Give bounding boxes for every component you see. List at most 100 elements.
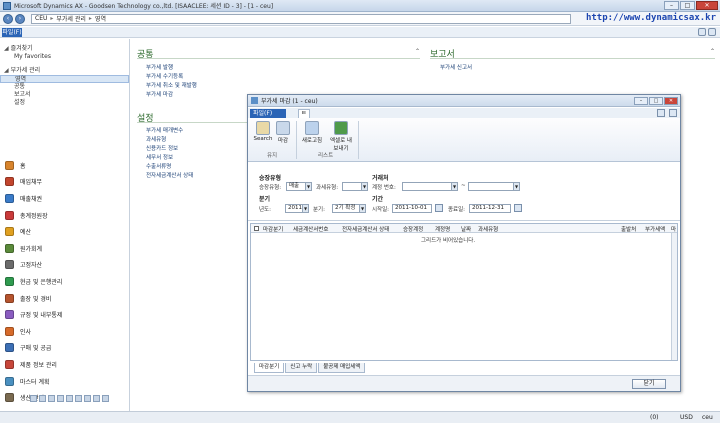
- period-heading: 기간: [372, 196, 384, 203]
- module-shortcut-icon[interactable]: [57, 395, 64, 402]
- link-einvoice-status[interactable]: 전자세금계산서 상태: [146, 171, 193, 179]
- calendar-icon[interactable]: [514, 204, 522, 212]
- approval-type-select[interactable]: 매출 ▼: [286, 182, 312, 191]
- module-shortcut-icon[interactable]: [39, 395, 46, 402]
- module-label: 구매 및 공급: [20, 345, 52, 353]
- search-button[interactable]: Search: [253, 121, 273, 142]
- breadcrumb-company[interactable]: CEU: [35, 15, 47, 22]
- module-shortcut-icon[interactable]: [102, 395, 109, 402]
- export-excel-button[interactable]: 엑셀로 내보내기: [328, 121, 354, 152]
- col-close-quarter[interactable]: 마감분기: [263, 225, 283, 233]
- options-icon[interactable]: [698, 28, 706, 36]
- module-shortcut-icon[interactable]: [93, 395, 100, 402]
- message-count[interactable]: (0): [650, 414, 659, 421]
- tab-missing-reports[interactable]: 신고 누락: [285, 363, 318, 373]
- calendar-icon[interactable]: [435, 204, 443, 212]
- company-indicator[interactable]: ceu: [702, 414, 713, 421]
- close-period-button[interactable]: 마감: [276, 121, 290, 144]
- quarter-select[interactable]: 2기 확정 ▼: [332, 204, 366, 213]
- module-item[interactable]: 홈: [0, 157, 129, 174]
- module-item[interactable]: 인사: [0, 323, 129, 340]
- module-item[interactable]: 마스터 계획: [0, 373, 129, 390]
- dialog-maximize-button[interactable]: □: [649, 97, 663, 105]
- module-item[interactable]: 예산: [0, 223, 129, 240]
- module-item[interactable]: 현금 및 은행관리: [0, 273, 129, 290]
- link-tax-types[interactable]: 과세유형: [146, 135, 166, 143]
- link-vat-issue[interactable]: 부가세 발행: [146, 63, 173, 71]
- module-item[interactable]: 제품 정보 관리: [0, 356, 129, 373]
- nav-item-reports[interactable]: 보고서: [0, 91, 129, 99]
- tab-close-quarter[interactable]: 마감분기: [254, 363, 285, 373]
- module-label: 매출채권: [20, 195, 43, 203]
- breadcrumb[interactable]: CEU ▸ 부가세 관리 ▸ 영역: [31, 13, 571, 24]
- start-date-field[interactable]: 2011-10-01: [392, 204, 432, 213]
- refresh-button[interactable]: 새로고침: [300, 121, 324, 144]
- col-truncated[interactable]: 마: [671, 225, 676, 233]
- grid-scrollbar[interactable]: [671, 233, 677, 360]
- link-credit-card-info[interactable]: 신용카드 정보: [146, 144, 178, 152]
- module-item[interactable]: 구매 및 공급: [0, 340, 129, 357]
- col-posting-account[interactable]: 승장계정: [403, 225, 423, 233]
- nav-my-favorites[interactable]: My favorites: [0, 53, 129, 61]
- module-shortcut-icon[interactable]: [30, 395, 37, 402]
- col-vat-amount[interactable]: 부가세액: [645, 225, 665, 233]
- breadcrumb-module[interactable]: 부가세 관리: [56, 14, 86, 23]
- help-icon[interactable]: [708, 28, 716, 36]
- col-origin[interactable]: 출발처: [621, 225, 636, 233]
- module-item[interactable]: 총계정원장: [0, 207, 129, 224]
- account-to-select[interactable]: ▼: [468, 182, 520, 191]
- nav-item-settings[interactable]: 설정: [0, 99, 129, 107]
- module-item[interactable]: 출장 및 경비: [0, 290, 129, 307]
- col-einvoice-status[interactable]: 전자세금계산서 상태: [342, 225, 389, 233]
- currency-indicator[interactable]: USD: [680, 414, 693, 421]
- close-window-button[interactable]: ✕: [696, 1, 718, 10]
- dialog-help-icon[interactable]: [669, 109, 677, 117]
- module-shortcut-icon[interactable]: [75, 395, 82, 402]
- dialog-close-x-button[interactable]: ✕: [664, 97, 678, 105]
- link-vat-close[interactable]: 부가세 마감: [146, 90, 173, 98]
- common-heading: 공통 ⌃: [137, 48, 420, 60]
- module-item[interactable]: 원가회계: [0, 240, 129, 257]
- col-date[interactable]: 날짜: [461, 225, 471, 233]
- back-arrow-icon[interactable]: ‹: [3, 13, 13, 24]
- dialog-options-icon[interactable]: [657, 109, 665, 117]
- nav-favorites[interactable]: ◢ 즐겨찾기: [0, 45, 129, 53]
- file-menu[interactable]: 파일(F): [2, 28, 22, 37]
- dialog-minimize-button[interactable]: –: [634, 97, 648, 105]
- year-select[interactable]: 2011 ▼: [285, 204, 309, 213]
- nav-vat-management[interactable]: ◢ 부가세 관리: [0, 67, 129, 75]
- end-date-field[interactable]: 2011-12-31: [469, 204, 511, 213]
- close-button[interactable]: 닫기: [632, 379, 666, 389]
- col-invoice-number[interactable]: 세금계산서번호: [293, 225, 328, 233]
- module-item[interactable]: 규정 및 내부통제: [0, 306, 129, 323]
- forward-arrow-icon[interactable]: ›: [15, 13, 25, 24]
- module-shortcut-icon[interactable]: [84, 395, 91, 402]
- dialog-file-menu[interactable]: 파일(F): [250, 109, 286, 118]
- collapse-caret-icon[interactable]: ⌃: [415, 48, 420, 55]
- maximize-button[interactable]: □: [680, 1, 695, 10]
- tab-nondeductible[interactable]: 불공제 매입세액: [318, 363, 366, 373]
- link-vat-report[interactable]: 부가세 신고서: [440, 63, 472, 71]
- account-from-select[interactable]: ▼: [402, 182, 458, 191]
- module-item[interactable]: 매입채무: [0, 174, 129, 191]
- breadcrumb-page[interactable]: 영역: [95, 14, 106, 23]
- col-tax-type[interactable]: 과세유형: [478, 225, 498, 233]
- collapse-caret-icon[interactable]: ⌃: [710, 48, 715, 55]
- tax-type-select[interactable]: ▼: [342, 182, 368, 191]
- link-tax-office-info[interactable]: 세무서 정보: [146, 153, 173, 161]
- link-vat-manual[interactable]: 부가세 수기등록: [146, 72, 183, 80]
- link-vat-parameters[interactable]: 부가세 매개변수: [146, 126, 183, 134]
- module-shortcut-icon[interactable]: [48, 395, 55, 402]
- col-account-name[interactable]: 계정명: [435, 225, 450, 233]
- link-export-docs[interactable]: 수출서류명: [146, 162, 171, 170]
- module-item[interactable]: 고정자산: [0, 257, 129, 274]
- minimize-button[interactable]: –: [664, 1, 679, 10]
- module-shortcut-icon[interactable]: [66, 395, 73, 402]
- nav-item-common[interactable]: 공통: [0, 83, 129, 91]
- dialog-ribbon-tab[interactable]: ㅌ: [298, 109, 310, 118]
- link-vat-cancel-reissue[interactable]: 부가세 취소 및 재발행: [146, 81, 197, 89]
- module-item[interactable]: 매출채권: [0, 190, 129, 207]
- nav-item-area[interactable]: 영역: [0, 75, 129, 83]
- select-all-checkbox[interactable]: [254, 226, 259, 231]
- address-bar: ‹ › CEU ▸ 부가세 관리 ▸ 영역 http://www.dynamic…: [0, 12, 720, 26]
